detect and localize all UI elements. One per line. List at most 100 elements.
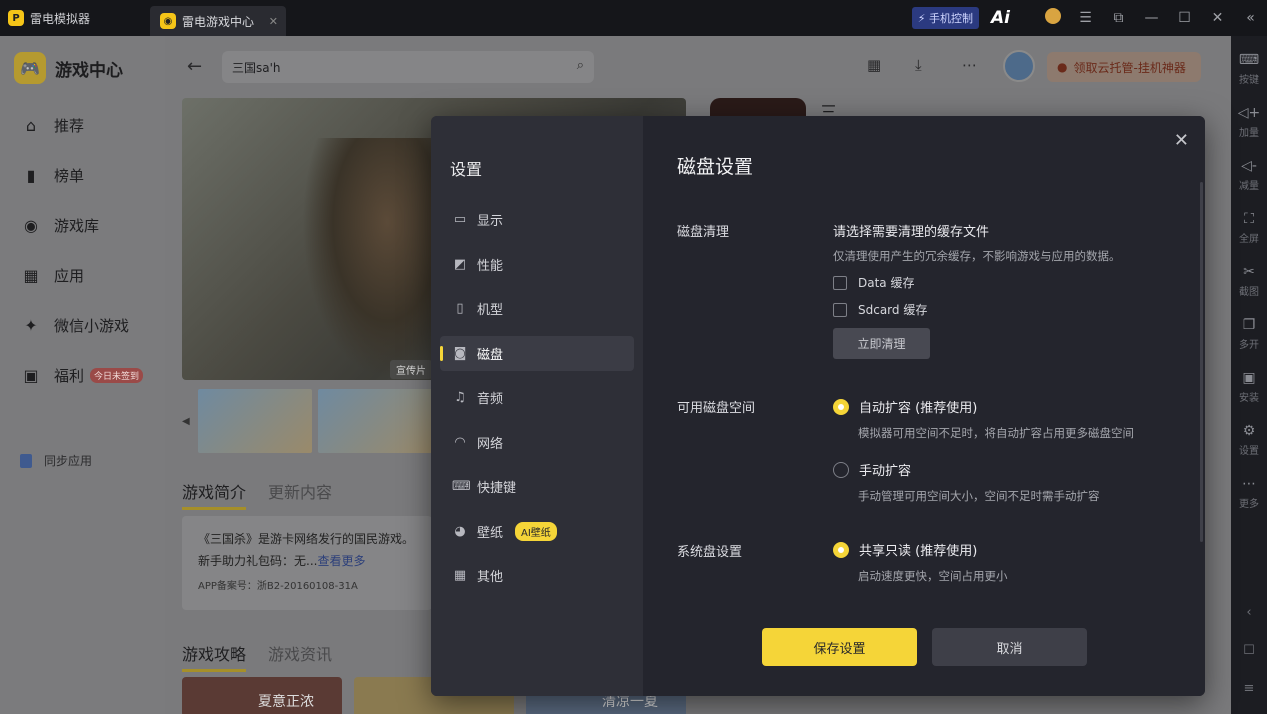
back-icon[interactable]: ‹ bbox=[1246, 594, 1251, 632]
toolbar-settings[interactable]: ⚙ 设置 bbox=[1231, 413, 1267, 466]
disk-icon: ◙ bbox=[453, 346, 467, 361]
audio-icon: ♫ bbox=[454, 390, 466, 405]
settings-nav: 设置 ▭ 显示 ◩ 性能 ▯ 机型 ◙ 磁盘 ♫ 音频 ◠ 网络 ⌨ 快捷键 ◕ 壁纸 AI壁纸 … bbox=[431, 116, 643, 696]
palette-icon: ◕ bbox=[454, 524, 466, 539]
nav-welfare[interactable]: ▣ 福利 今日未签到 bbox=[20, 365, 144, 386]
tab-news[interactable]: 游戏资讯 bbox=[268, 641, 332, 672]
top-bar: ← 三国sa'h ⌕ ▦ ⤓ ⋯ ● 领取云托管-挂机神器 bbox=[165, 36, 1231, 100]
view-more-link[interactable]: 查看更多 bbox=[317, 554, 365, 568]
settings-icon: ⚙ bbox=[1242, 422, 1256, 439]
collapse-sidebar-icon[interactable]: « bbox=[1234, 10, 1267, 26]
scissors-icon: ✂ bbox=[1243, 263, 1255, 280]
ai-button[interactable]: Ai bbox=[991, 8, 1010, 28]
manual-expand-radio[interactable]: 手动扩容 bbox=[833, 460, 911, 479]
toolbar-volume-up[interactable]: ◁+ 加量 bbox=[1231, 95, 1267, 148]
settings-nav-hotkeys[interactable]: ⌨ 快捷键 bbox=[440, 469, 634, 504]
nav-game-library[interactable]: ◉ 游戏库 bbox=[20, 215, 99, 236]
gift-icon: ▣ bbox=[23, 366, 39, 385]
tab-game-center[interactable]: ◉ 雷电游戏中心 ✕ bbox=[150, 6, 287, 36]
thumbnail-image[interactable] bbox=[317, 389, 432, 453]
more-icon[interactable]: ⋯ bbox=[962, 56, 977, 74]
clean-now-button[interactable]: 立即清理 bbox=[833, 328, 930, 359]
cancel-button[interactable]: 取消 bbox=[932, 628, 1087, 666]
search-input[interactable]: 三国sa'h ⌕ bbox=[222, 51, 594, 83]
nav-apps[interactable]: ▦ 应用 bbox=[20, 265, 84, 286]
settings-nav-audio[interactable]: ♫ 音频 bbox=[440, 380, 634, 415]
settings-nav-performance[interactable]: ◩ 性能 bbox=[440, 247, 634, 282]
disk-clean-label: 磁盘清理 bbox=[677, 225, 730, 240]
auto-expand-radio[interactable]: 自动扩容 (推荐使用) bbox=[833, 397, 977, 416]
home-icon[interactable]: ☐ bbox=[1243, 632, 1255, 670]
maximize-icon[interactable]: ☐ bbox=[1168, 10, 1201, 26]
app-name: 雷电模拟器 bbox=[30, 11, 91, 26]
performance-icon: ◩ bbox=[453, 257, 467, 272]
tab-guides[interactable]: 游戏攻略 bbox=[182, 641, 247, 672]
settings-nav-other[interactable]: ▦ 其他 bbox=[440, 558, 634, 593]
sign-in-badge: 今日未签到 bbox=[90, 368, 144, 383]
close-window-icon[interactable]: ✕ bbox=[1201, 10, 1234, 26]
recents-icon[interactable]: ≡ bbox=[1244, 670, 1255, 708]
apps-icon: ▦ bbox=[23, 266, 39, 285]
menu-icon[interactable]: ☰ bbox=[1069, 10, 1102, 26]
close-icon[interactable]: ✕ bbox=[1174, 130, 1189, 151]
toolbar-install[interactable]: ▣ 安装 bbox=[1231, 360, 1267, 413]
toolbar-fullscreen[interactable]: ⛶ 全屏 bbox=[1231, 201, 1267, 254]
tab-intro[interactable]: 游戏简介 bbox=[182, 479, 247, 510]
gamepad-icon: ◉ bbox=[160, 13, 177, 29]
intro-tabs: 游戏简介 更新内容 bbox=[182, 479, 332, 510]
toolbar-screenshot[interactable]: ✂ 截图 bbox=[1231, 254, 1267, 307]
emulator-logo-icon: P bbox=[8, 10, 24, 26]
save-settings-button[interactable]: 保存设置 bbox=[762, 628, 917, 666]
download-icon[interactable]: ⤓ bbox=[915, 56, 922, 74]
search-icon[interactable]: ⌕ bbox=[577, 58, 584, 73]
chevron-left-icon[interactable]: ◀ bbox=[182, 416, 192, 427]
user-avatar[interactable] bbox=[1036, 8, 1069, 28]
settings-dialog: 设置 ▭ 显示 ◩ 性能 ▯ 机型 ◙ 磁盘 ♫ 音频 ◠ 网络 ⌨ 快捷键 ◕ 壁纸 AI壁纸 … bbox=[431, 116, 1205, 696]
active-indicator bbox=[440, 346, 443, 361]
toolbar-volume-down[interactable]: ◁- 减量 bbox=[1231, 148, 1267, 201]
grid-icon: ▦ bbox=[453, 568, 467, 583]
system-disk-label: 系统盘设置 bbox=[677, 545, 743, 560]
settings-nav-wallpaper[interactable]: ◕ 壁纸 AI壁纸 bbox=[440, 514, 634, 549]
wifi-icon: ◠ bbox=[454, 435, 466, 450]
app-title: P 雷电模拟器 bbox=[0, 0, 98, 36]
scrollbar[interactable] bbox=[1200, 182, 1203, 542]
tab-title: 雷电游戏中心 bbox=[182, 14, 255, 29]
nav-recommend[interactable]: ⌂ 推荐 bbox=[20, 115, 84, 136]
nav-wechat-games[interactable]: ✦ 微信小游戏 bbox=[20, 315, 129, 336]
popout-icon[interactable]: ⧉ bbox=[1102, 10, 1135, 26]
close-icon[interactable]: ✕ bbox=[269, 15, 278, 28]
settings-nav-network[interactable]: ◠ 网络 bbox=[440, 425, 634, 460]
settings-nav-display[interactable]: ▭ 显示 bbox=[440, 202, 634, 237]
promo-button[interactable]: ● 领取云托管-挂机神器 bbox=[1047, 52, 1201, 82]
intro-card: 《三国杀》是游卡网络发行的国民游戏。 新手助力礼包码：无...查看更多 APP备… bbox=[182, 516, 432, 610]
minimize-icon[interactable]: — bbox=[1135, 10, 1168, 26]
toolbar-more[interactable]: ⋯ 更多 bbox=[1231, 466, 1267, 519]
settings-nav-model[interactable]: ▯ 机型 bbox=[440, 291, 634, 326]
phone-control-button[interactable]: ⚡ 手机控制 bbox=[911, 7, 980, 29]
settings-title: 设置 bbox=[450, 160, 483, 179]
data-cache-checkbox[interactable]: Data 缓存 bbox=[833, 274, 914, 291]
gift-icon: ● bbox=[1057, 60, 1068, 74]
back-arrow-icon[interactable]: ← bbox=[187, 56, 202, 77]
thumbnail-video[interactable] bbox=[197, 389, 312, 453]
avatar[interactable] bbox=[1003, 50, 1035, 82]
auto-expand-description: 模拟器可用空间不足时，将自动扩容占用更多磁盘空间 bbox=[858, 426, 1134, 440]
tab-updates[interactable]: 更新内容 bbox=[268, 479, 332, 510]
ranking-icon: ▮ bbox=[26, 166, 36, 185]
keyboard-icon: ⌨ bbox=[1238, 51, 1260, 68]
screenshot-thumbnails: ◀ bbox=[182, 388, 432, 454]
guide-card[interactable]: 夏意正浓 bbox=[182, 677, 342, 714]
manual-expand-description: 手动管理可用空间大小，空间不足时需手动扩容 bbox=[858, 489, 1100, 503]
toolbar-keyboard[interactable]: ⌨ 按键 bbox=[1231, 42, 1267, 95]
toolbar-multi[interactable]: ❐ 多开 bbox=[1231, 307, 1267, 360]
sync-apps-link[interactable]: 同步应用 bbox=[20, 452, 92, 469]
calendar-icon[interactable]: ▦ bbox=[867, 56, 881, 74]
nav-ranking[interactable]: ▮ 榜单 bbox=[20, 165, 84, 186]
shared-readonly-radio[interactable]: 共享只读 (推荐使用) bbox=[833, 540, 977, 559]
disk-space-label: 可用磁盘空间 bbox=[677, 401, 756, 416]
sdcard-cache-checkbox[interactable]: Sdcard 缓存 bbox=[833, 301, 927, 318]
settings-nav-disk[interactable]: ◙ 磁盘 bbox=[440, 336, 634, 371]
guide-tabs: 游戏攻略 游戏资讯 bbox=[182, 641, 332, 672]
gamepad-icon: 🎮 bbox=[14, 52, 46, 84]
